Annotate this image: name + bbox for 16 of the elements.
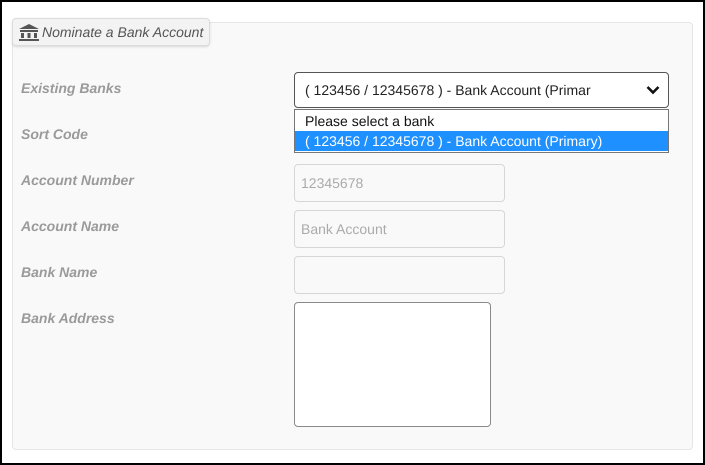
- field-label: Sort Code: [21, 125, 89, 144]
- field-label: Account Number: [21, 171, 136, 190]
- field-label: Existing Banks: [21, 79, 122, 98]
- address-textarea[interactable]: [294, 302, 491, 427]
- select-value: ( 123456 / 12345678 ) - Bank Account (Primar: [305, 80, 591, 100]
- dropdown-option[interactable]: ( 123456 / 12345678 ) - Bank Account (Primary): [295, 131, 668, 151]
- field-value: Bank Account: [301, 220, 387, 238]
- field-label: Account Name: [21, 217, 120, 236]
- dropdown-option[interactable]: Please select a bank: [295, 111, 668, 131]
- field-label: Bank Address: [21, 309, 116, 328]
- chevron-icon: [646, 85, 660, 95]
- panel-title: Nominate a Bank Account: [42, 22, 204, 42]
- field-value: 12345678: [301, 174, 364, 192]
- bank-select[interactable]: ( 123456 / 12345678 ) - Bank Account (Primar: [294, 72, 669, 108]
- field-label: Bank Name: [21, 263, 98, 282]
- bank-icon: [19, 24, 39, 40]
